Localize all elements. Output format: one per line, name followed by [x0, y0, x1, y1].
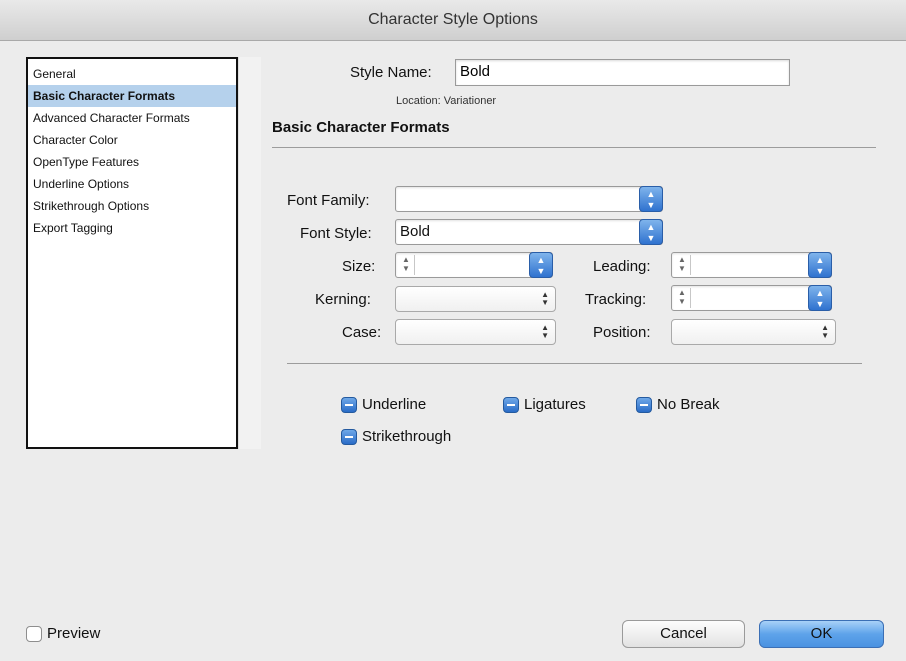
font-style-dropdown-icon[interactable]: ▲ ▼ — [639, 219, 663, 245]
position-label: Position: — [593, 324, 651, 341]
strikethrough-label: Strikethrough — [362, 428, 452, 445]
window-title: Character Style Options — [368, 11, 538, 28]
font-style-label: Font Style: — [300, 225, 372, 242]
kerning-label: Kerning: — [315, 291, 371, 308]
kerning-updown-icon: ▲ ▼ — [541, 290, 549, 307]
position-updown-icon: ▲ ▼ — [821, 323, 829, 340]
preview-checkbox-icon[interactable] — [26, 625, 42, 642]
preview-checkbox[interactable]: Preview — [26, 625, 100, 642]
category-advanced-character-formats[interactable]: Advanced Character Formats — [28, 107, 236, 129]
size-stepper-icon[interactable]: ▲ ▼ — [398, 255, 415, 275]
form-divider — [287, 363, 862, 364]
cancel-button[interactable]: Cancel — [622, 620, 745, 648]
ligatures-mixed-icon[interactable] — [503, 396, 519, 413]
no-break-mixed-icon[interactable] — [636, 396, 652, 413]
category-basic-character-formats[interactable]: Basic Character Formats — [28, 85, 236, 107]
category-strikethrough-options[interactable]: Strikethrough Options — [28, 195, 236, 217]
style-name-text[interactable] — [460, 63, 785, 80]
leading-combo[interactable]: ▲ ▼ ▲ ▼ — [671, 252, 832, 278]
size-combo[interactable]: ▲ ▼ ▲ ▼ — [395, 252, 553, 278]
font-style-value: Bold — [400, 223, 431, 240]
underline-checkbox[interactable]: Underline — [341, 396, 426, 413]
section-title: Basic Character Formats — [272, 119, 450, 136]
style-name-input[interactable] — [455, 59, 790, 86]
leading-dropdown-icon[interactable]: ▲ ▼ — [808, 252, 832, 278]
ligatures-label: Ligatures — [524, 396, 586, 413]
font-family-label: Font Family: — [287, 192, 370, 209]
category-underline-options[interactable]: Underline Options — [28, 173, 236, 195]
strikethrough-checkbox[interactable]: Strikethrough — [341, 428, 451, 445]
underline-label: Underline — [362, 396, 427, 413]
underline-mixed-icon[interactable] — [341, 396, 357, 413]
case-label: Case: — [342, 324, 382, 341]
font-family-dropdown-icon[interactable]: ▲ ▼ — [639, 186, 663, 212]
tracking-stepper-icon[interactable]: ▲ ▼ — [674, 288, 691, 308]
location-label: Location: Variationer — [396, 95, 496, 107]
size-dropdown-icon[interactable]: ▲ ▼ — [529, 252, 553, 278]
tracking-dropdown-icon[interactable]: ▲ ▼ — [808, 285, 832, 311]
no-break-label: No Break — [657, 396, 720, 413]
leading-stepper-icon[interactable]: ▲ ▼ — [674, 255, 691, 275]
case-popup[interactable]: ▲ ▼ — [395, 319, 556, 345]
tracking-combo[interactable]: ▲ ▼ ▲ ▼ — [671, 285, 832, 311]
strikethrough-mixed-icon[interactable] — [341, 428, 357, 445]
case-updown-icon: ▲ ▼ — [541, 323, 549, 340]
ligatures-checkbox[interactable]: Ligatures — [503, 396, 586, 413]
category-list[interactable]: General Basic Character Formats Advanced… — [26, 57, 238, 449]
ok-button[interactable]: OK — [759, 620, 884, 648]
position-popup[interactable]: ▲ ▼ — [671, 319, 836, 345]
location-value: Variationer — [443, 95, 497, 107]
category-export-tagging[interactable]: Export Tagging — [28, 217, 236, 239]
category-opentype-features[interactable]: OpenType Features — [28, 151, 236, 173]
leading-label: Leading: — [593, 258, 651, 275]
preview-label: Preview — [47, 625, 101, 642]
category-character-color[interactable]: Character Color — [28, 129, 236, 151]
size-label: Size: — [342, 258, 376, 275]
section-divider — [272, 147, 876, 148]
style-name-label: Style Name: — [350, 64, 432, 81]
no-break-checkbox[interactable]: No Break — [636, 396, 720, 413]
tracking-label: Tracking: — [585, 291, 647, 308]
window-titlebar: Character Style Options — [0, 0, 906, 41]
kerning-popup[interactable]: ▲ ▼ — [395, 286, 556, 312]
location-label-text: Location: — [396, 95, 441, 107]
category-general[interactable]: General — [28, 63, 236, 85]
font-family-combo[interactable]: ▲ ▼ — [395, 186, 663, 212]
category-list-scrollbar[interactable] — [238, 57, 261, 449]
font-style-combo[interactable]: Bold ▲ ▼ — [395, 219, 663, 245]
